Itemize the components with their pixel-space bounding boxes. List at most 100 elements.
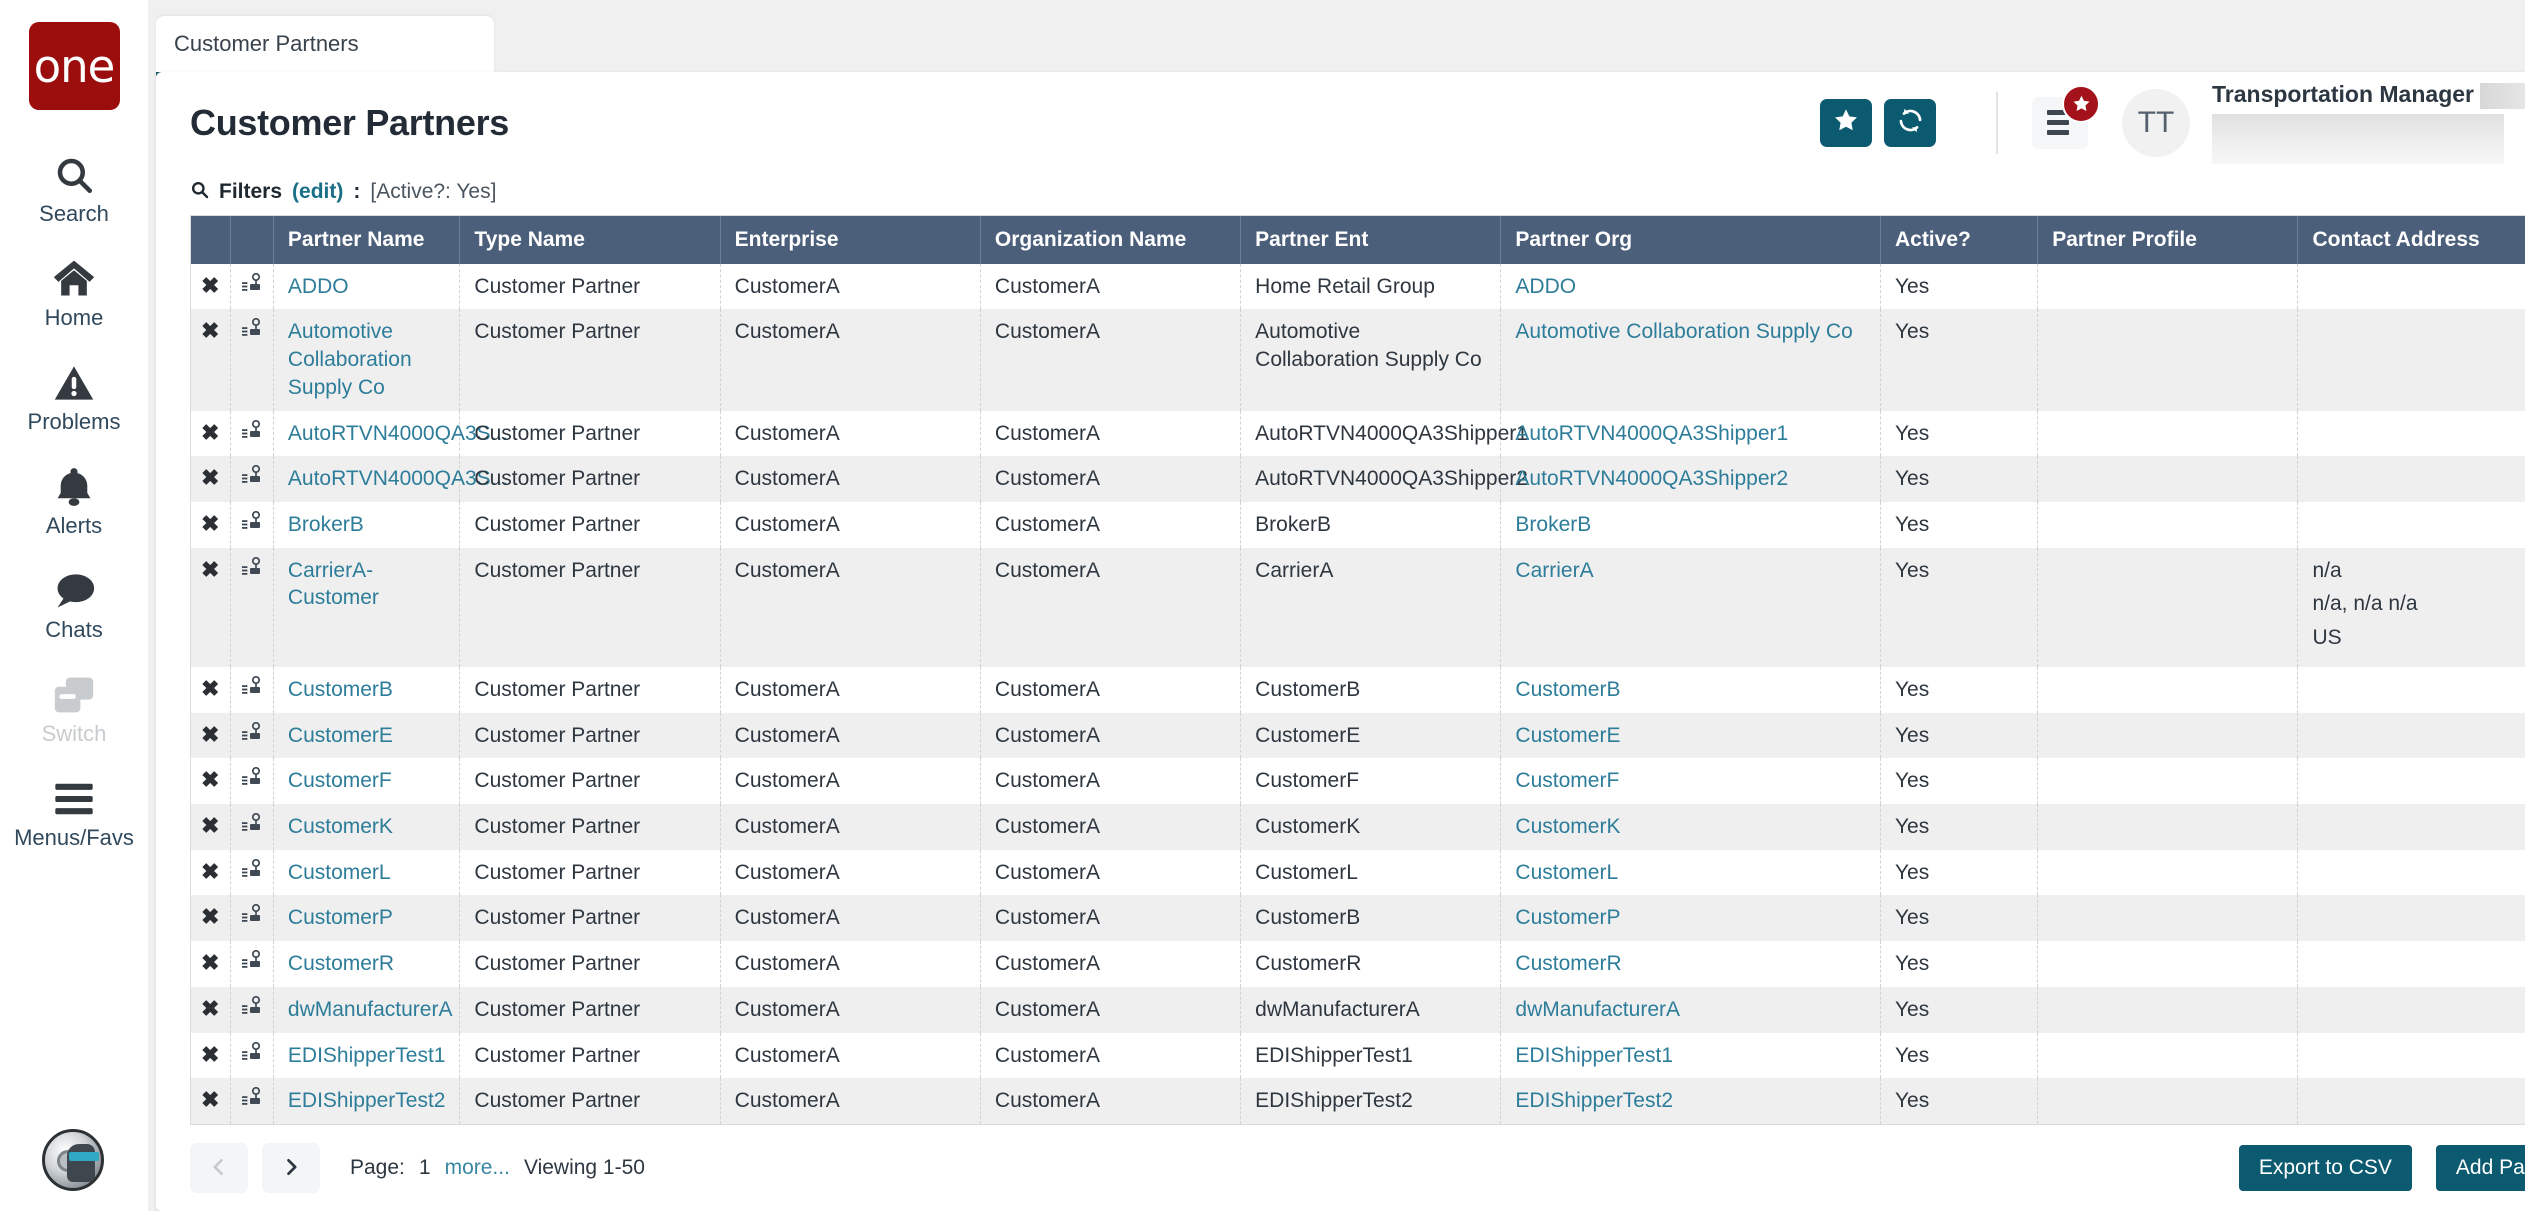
partner-name-cell[interactable]: ADDO	[273, 263, 461, 310]
partner-org-cell[interactable]: AutoRTVN4000QA3Shipper1	[1500, 410, 1881, 457]
partner-name-cell[interactable]: EDIShipperTest1	[273, 1032, 461, 1079]
refresh-button[interactable]	[1884, 98, 1936, 147]
partner-org-cell[interactable]: CustomerL	[1500, 849, 1881, 896]
sidebar-item-home[interactable]: Home	[0, 242, 148, 346]
partner-org-cell[interactable]: CustomerB	[1500, 666, 1881, 713]
partner-org-cell[interactable]: CustomerE	[1500, 712, 1881, 759]
partner-name-cell[interactable]: dwManufacturerA	[273, 986, 461, 1033]
table-row[interactable]: ✖ Automotive Collaboration Supply Co Custo…	[191, 309, 2525, 411]
row-delete-cell[interactable]: ✖	[191, 501, 231, 548]
network-node-icon[interactable]	[241, 721, 263, 750]
close-x-icon[interactable]: ✖	[201, 904, 219, 929]
row-network-cell[interactable]	[230, 501, 274, 548]
network-node-icon[interactable]	[241, 812, 263, 841]
network-node-icon[interactable]	[241, 767, 263, 795]
row-delete-cell[interactable]: ✖	[191, 666, 231, 713]
network-node-icon[interactable]	[241, 556, 263, 585]
row-network-cell[interactable]	[230, 1078, 274, 1124]
network-node-icon[interactable]	[241, 675, 263, 704]
row-network-cell[interactable]	[230, 895, 274, 942]
filters-bar[interactable]: Filters (edit) : [Active?: Yes]	[156, 174, 2525, 215]
cell-link[interactable]: CustomerK	[1515, 815, 1620, 838]
row-network-cell[interactable]	[230, 309, 274, 411]
partner-name-cell[interactable]: CustomerB	[273, 666, 461, 713]
table-row[interactable]: ✖ CustomerR Customer Partner CustomerA Custo…	[191, 941, 2525, 987]
partner-org-cell[interactable]: AutoRTVN4000QA3Shipper2	[1500, 456, 1881, 502]
partner-org-cell[interactable]: CustomerP	[1500, 895, 1881, 942]
row-delete-cell[interactable]: ✖	[191, 309, 231, 411]
cell-link[interactable]: AutoRTVN4000QA3Shipper1	[1515, 422, 1788, 445]
partner-name-cell[interactable]: CustomerE	[273, 712, 461, 759]
network-node-icon[interactable]	[241, 272, 263, 301]
filters-edit-link[interactable]: (edit)	[292, 180, 343, 204]
table-row[interactable]: ✖ CustomerE Customer Partner CustomerA Custo…	[191, 712, 2525, 759]
row-network-cell[interactable]	[230, 410, 274, 457]
cell-link[interactable]: EDIShipperTest2	[288, 1089, 446, 1112]
cell-link[interactable]: CustomerE	[288, 724, 393, 747]
cell-link[interactable]: CustomerF	[1515, 769, 1619, 792]
close-x-icon[interactable]: ✖	[201, 273, 219, 298]
close-x-icon[interactable]: ✖	[201, 950, 219, 975]
row-delete-cell[interactable]: ✖	[191, 712, 231, 759]
close-x-icon[interactable]: ✖	[201, 465, 219, 490]
add-partner-button[interactable]: Add Partner	[2435, 1145, 2525, 1191]
cell-link[interactable]: dwManufacturerA	[1515, 998, 1680, 1021]
tab-customer-partners[interactable]: Customer Partners	[156, 16, 494, 76]
partner-name-cell[interactable]: CustomerP	[273, 895, 461, 942]
col-partner-name[interactable]: Partner Name	[273, 215, 461, 264]
network-node-icon[interactable]	[241, 1041, 263, 1070]
row-network-cell[interactable]	[230, 1032, 274, 1079]
cell-link[interactable]: CarrierA	[1515, 559, 1593, 582]
close-x-icon[interactable]: ✖	[201, 1087, 219, 1112]
row-delete-cell[interactable]: ✖	[191, 410, 231, 457]
favorite-button[interactable]	[1820, 98, 1872, 147]
network-node-icon[interactable]	[241, 1087, 263, 1115]
cell-link[interactable]: AutoRTVN4000QA3Shipper2	[1515, 467, 1788, 490]
close-x-icon[interactable]: ✖	[201, 767, 219, 792]
sidebar-item-menus-favs[interactable]: Menus/Favs	[0, 762, 148, 866]
close-x-icon[interactable]: ✖	[201, 859, 219, 884]
col-partner-ent[interactable]: Partner Ent	[1240, 215, 1502, 264]
partner-org-cell[interactable]: EDIShipperTest2	[1500, 1078, 1881, 1124]
sidebar-item-search[interactable]: Search	[0, 138, 148, 242]
close-x-icon[interactable]: ✖	[201, 722, 219, 747]
table-row[interactable]: ✖ ADDO Customer Partner CustomerA CustomerA H…	[191, 263, 2525, 310]
table-row[interactable]: ✖ CustomerP Customer Partner CustomerA Custo…	[191, 895, 2525, 942]
network-node-icon[interactable]	[241, 904, 263, 932]
row-network-cell[interactable]	[230, 758, 274, 804]
partner-org-cell[interactable]: CarrierA	[1500, 547, 1881, 667]
cell-link[interactable]: CustomerF	[288, 769, 392, 792]
col-partner-profile[interactable]: Partner Profile	[2037, 215, 2299, 264]
network-node-icon[interactable]	[241, 950, 263, 978]
cell-link[interactable]: EDIShipperTest2	[1515, 1089, 1673, 1112]
partner-name-cell[interactable]: AutoRTVN4000QA3S...	[273, 456, 508, 502]
partner-org-cell[interactable]: EDIShipperTest1	[1500, 1032, 1881, 1079]
row-network-cell[interactable]	[230, 803, 274, 850]
row-network-cell[interactable]	[230, 547, 274, 667]
sidebar-item-problems[interactable]: Problems	[0, 346, 148, 450]
partner-name-cell[interactable]: AutoRTVN4000QA3S...	[273, 410, 508, 457]
close-x-icon[interactable]: ✖	[201, 1042, 219, 1067]
row-delete-cell[interactable]: ✖	[191, 758, 231, 804]
row-delete-cell[interactable]: ✖	[191, 263, 231, 310]
row-network-cell[interactable]	[230, 941, 274, 987]
close-x-icon[interactable]: ✖	[201, 676, 219, 701]
partner-org-cell[interactable]: CustomerF	[1500, 758, 1881, 804]
network-node-icon[interactable]	[241, 318, 263, 346]
cell-link[interactable]: CustomerL	[1515, 861, 1618, 884]
table-row[interactable]: ✖ AutoRTVN4000QA3S... Customer Partner Cust…	[191, 456, 2525, 502]
row-delete-cell[interactable]: ✖	[191, 456, 231, 502]
cell-link[interactable]: CustomerB	[1515, 678, 1620, 701]
table-row[interactable]: ✖ BrokerB Customer Partner CustomerA Custome…	[191, 501, 2525, 548]
partner-name-cell[interactable]: CustomerR	[273, 941, 461, 987]
cell-link[interactable]: ADDO	[288, 275, 349, 298]
row-delete-cell[interactable]: ✖	[191, 849, 231, 896]
cell-link[interactable]: dwManufacturerA	[288, 998, 453, 1021]
cell-link[interactable]: CarrierA-Customer	[288, 559, 379, 610]
cell-link[interactable]: EDIShipperTest1	[1515, 1044, 1673, 1067]
network-node-icon[interactable]	[241, 995, 263, 1024]
table-row[interactable]: ✖ AutoRTVN4000QA3S... Customer Partner Cust…	[191, 410, 2525, 457]
col-partner-org[interactable]: Partner Org	[1500, 215, 1881, 264]
partner-name-cell[interactable]: Automotive Collaboration Supply Co	[273, 309, 461, 411]
close-x-icon[interactable]: ✖	[201, 420, 219, 445]
